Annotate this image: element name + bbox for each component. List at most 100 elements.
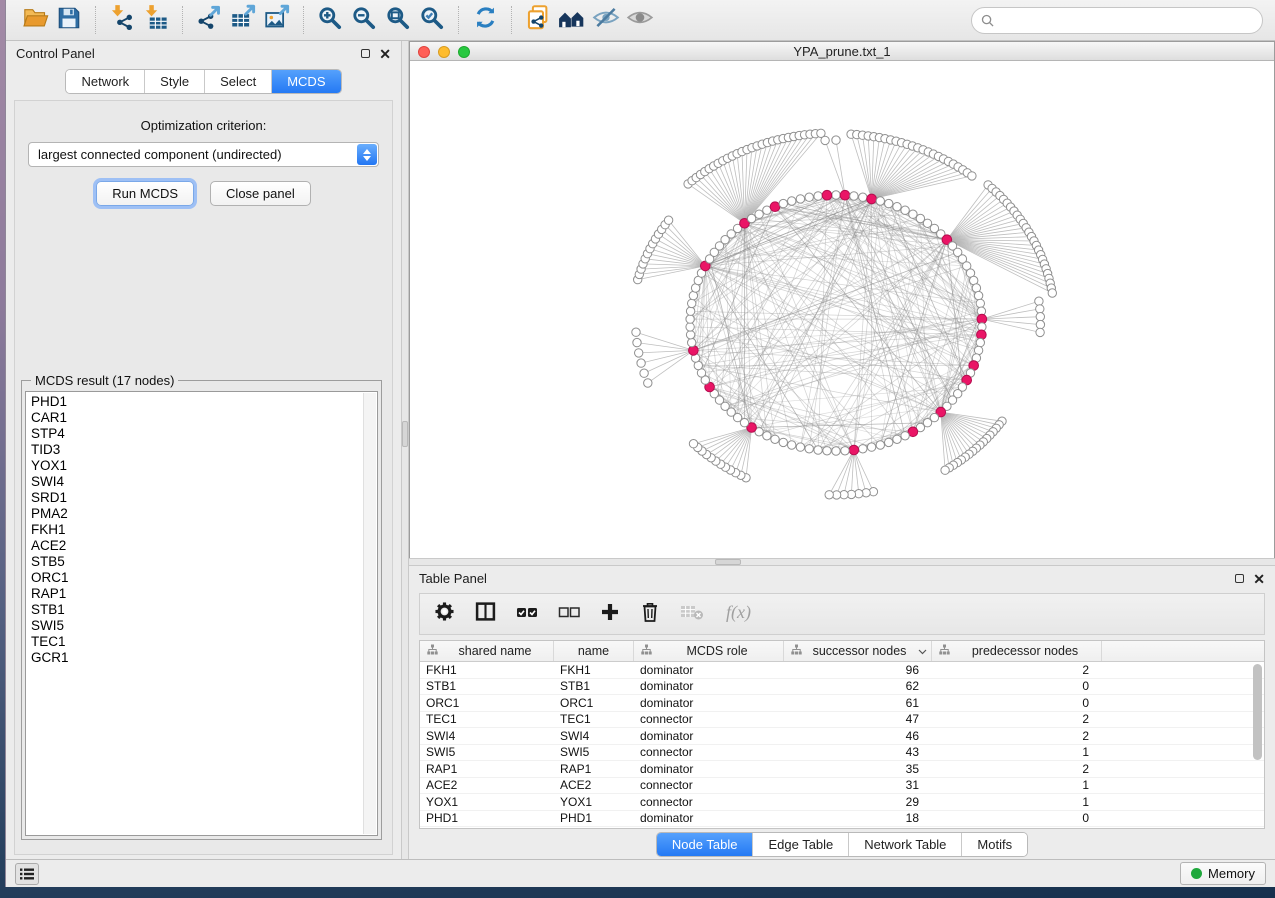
cell-shared-name[interactable]: ACE2	[420, 778, 554, 794]
import-table-file-button[interactable]	[139, 4, 173, 36]
apply-preferred-layout-button[interactable]	[468, 4, 502, 36]
cell-predecessor-nodes[interactable]: 2	[932, 712, 1102, 728]
cell-successor-nodes[interactable]: 61	[784, 695, 932, 711]
float-table-panel-icon[interactable]	[1235, 574, 1244, 583]
table-row[interactable]: SWI5SWI5connector431	[420, 745, 1264, 762]
table-options-gear-button[interactable]	[434, 601, 455, 627]
table-row[interactable]: ORC1ORC1dominator610	[420, 695, 1264, 712]
cell-name[interactable]: RAP1	[554, 761, 634, 777]
cell-MCDS-role[interactable]: connector	[634, 794, 784, 810]
cell-predecessor-nodes[interactable]: 0	[932, 811, 1102, 827]
cell-name[interactable]: ORC1	[554, 695, 634, 711]
cell-MCDS-role[interactable]: dominator	[634, 679, 784, 695]
cell-name[interactable]: SWI4	[554, 728, 634, 744]
export-table-button[interactable]	[226, 4, 260, 36]
export-image-button[interactable]	[260, 4, 294, 36]
column-header-name[interactable]: name	[554, 641, 634, 661]
result-list-item[interactable]: SWI5	[31, 618, 377, 634]
cell-MCDS-role[interactable]: connector	[634, 745, 784, 761]
cell-successor-nodes[interactable]: 18	[784, 811, 932, 827]
table-row[interactable]: ACE2ACE2connector311	[420, 778, 1264, 795]
tab-network[interactable]: Network	[66, 70, 145, 93]
cell-successor-nodes[interactable]: 62	[784, 679, 932, 695]
cell-shared-name[interactable]: STB1	[420, 679, 554, 695]
add-column-button[interactable]	[600, 602, 620, 627]
memory-button[interactable]: Memory	[1180, 862, 1266, 885]
result-list-scrollbar[interactable]	[363, 393, 376, 834]
horizontal-splitter[interactable]	[409, 558, 1275, 566]
table-scrollbar[interactable]	[1252, 664, 1263, 826]
cell-predecessor-nodes[interactable]: 2	[932, 728, 1102, 744]
table-row[interactable]: TEC1TEC1connector472	[420, 712, 1264, 729]
column-header-MCDS-role[interactable]: MCDS role	[634, 641, 784, 661]
zoom-selected-button[interactable]	[415, 4, 449, 36]
cell-predecessor-nodes[interactable]: 1	[932, 794, 1102, 810]
close-panel-button[interactable]: Close panel	[210, 181, 311, 206]
result-list-item[interactable]: GCR1	[31, 650, 377, 666]
network-canvas[interactable]	[410, 61, 1274, 558]
cell-successor-nodes[interactable]: 35	[784, 761, 932, 777]
network-window-titlebar[interactable]: YPA_prune.txt_1	[410, 42, 1274, 61]
tab-motifs[interactable]: Motifs	[962, 833, 1027, 856]
cell-MCDS-role[interactable]: dominator	[634, 662, 784, 678]
cell-MCDS-role[interactable]: dominator	[634, 761, 784, 777]
cell-successor-nodes[interactable]: 96	[784, 662, 932, 678]
table-row[interactable]: YOX1YOX1connector291	[420, 794, 1264, 811]
show-panels-list-button[interactable]	[15, 863, 39, 885]
cell-shared-name[interactable]: SWI5	[420, 745, 554, 761]
cell-shared-name[interactable]: TEC1	[420, 712, 554, 728]
result-list-item[interactable]: TEC1	[31, 634, 377, 650]
import-network-file-button[interactable]	[105, 4, 139, 36]
vertical-splitter-grip[interactable]	[402, 421, 408, 447]
cell-shared-name[interactable]: ORC1	[420, 695, 554, 711]
cell-MCDS-role[interactable]: connector	[634, 778, 784, 794]
cell-predecessor-nodes[interactable]: 1	[932, 778, 1102, 794]
cell-MCDS-role[interactable]: dominator	[634, 695, 784, 711]
cell-successor-nodes[interactable]: 29	[784, 794, 932, 810]
cell-shared-name[interactable]: PHD1	[420, 811, 554, 827]
first-neighbors-button[interactable]	[555, 4, 589, 36]
select-all-rows-button[interactable]	[516, 604, 538, 625]
open-session-button[interactable]	[18, 4, 52, 36]
window-maximize-icon[interactable]	[458, 46, 470, 58]
cell-name[interactable]: TEC1	[554, 712, 634, 728]
tab-network-table[interactable]: Network Table	[849, 833, 962, 856]
cell-name[interactable]: SWI5	[554, 745, 634, 761]
hide-selected-button[interactable]	[589, 4, 623, 36]
cell-MCDS-role[interactable]: dominator	[634, 728, 784, 744]
result-list-item[interactable]: RAP1	[31, 586, 377, 602]
cell-name[interactable]: YOX1	[554, 794, 634, 810]
cell-successor-nodes[interactable]: 31	[784, 778, 932, 794]
cell-predecessor-nodes[interactable]: 0	[932, 695, 1102, 711]
cell-name[interactable]: FKH1	[554, 662, 634, 678]
column-header-predecessor-nodes[interactable]: predecessor nodes	[932, 641, 1102, 661]
cell-MCDS-role[interactable]: dominator	[634, 811, 784, 827]
result-list-item[interactable]: SRD1	[31, 490, 377, 506]
cell-predecessor-nodes[interactable]: 1	[932, 745, 1102, 761]
close-table-panel-icon[interactable]: ✕	[1253, 574, 1265, 584]
window-close-icon[interactable]	[418, 46, 430, 58]
show-columns-button[interactable]	[475, 601, 496, 627]
cell-shared-name[interactable]: YOX1	[420, 794, 554, 810]
zoom-fit-button[interactable]	[381, 4, 415, 36]
cell-predecessor-nodes[interactable]: 2	[932, 761, 1102, 777]
vertical-splitter[interactable]	[401, 41, 409, 859]
result-list-item[interactable]: CAR1	[31, 410, 377, 426]
criterion-dropdown[interactable]: largest connected component (undirected)	[28, 142, 379, 167]
result-list-item[interactable]: YOX1	[31, 458, 377, 474]
table-scrollbar-thumb[interactable]	[1253, 664, 1262, 760]
cell-name[interactable]: STB1	[554, 679, 634, 695]
tab-style[interactable]: Style	[145, 70, 205, 93]
zoom-out-button[interactable]	[347, 4, 381, 36]
table-row[interactable]: STB1STB1dominator620	[420, 679, 1264, 696]
clear-selection-button[interactable]	[558, 604, 580, 625]
cell-successor-nodes[interactable]: 47	[784, 712, 932, 728]
cell-MCDS-role[interactable]: connector	[634, 712, 784, 728]
column-header-successor-nodes[interactable]: successor nodes	[784, 641, 932, 661]
export-network-button[interactable]	[192, 4, 226, 36]
table-row[interactable]: RAP1RAP1dominator352	[420, 761, 1264, 778]
horizontal-splitter-grip[interactable]	[715, 559, 741, 565]
table-row[interactable]: PHD1PHD1dominator180	[420, 811, 1264, 828]
zoom-in-button[interactable]	[313, 4, 347, 36]
result-list-item[interactable]: STB5	[31, 554, 377, 570]
